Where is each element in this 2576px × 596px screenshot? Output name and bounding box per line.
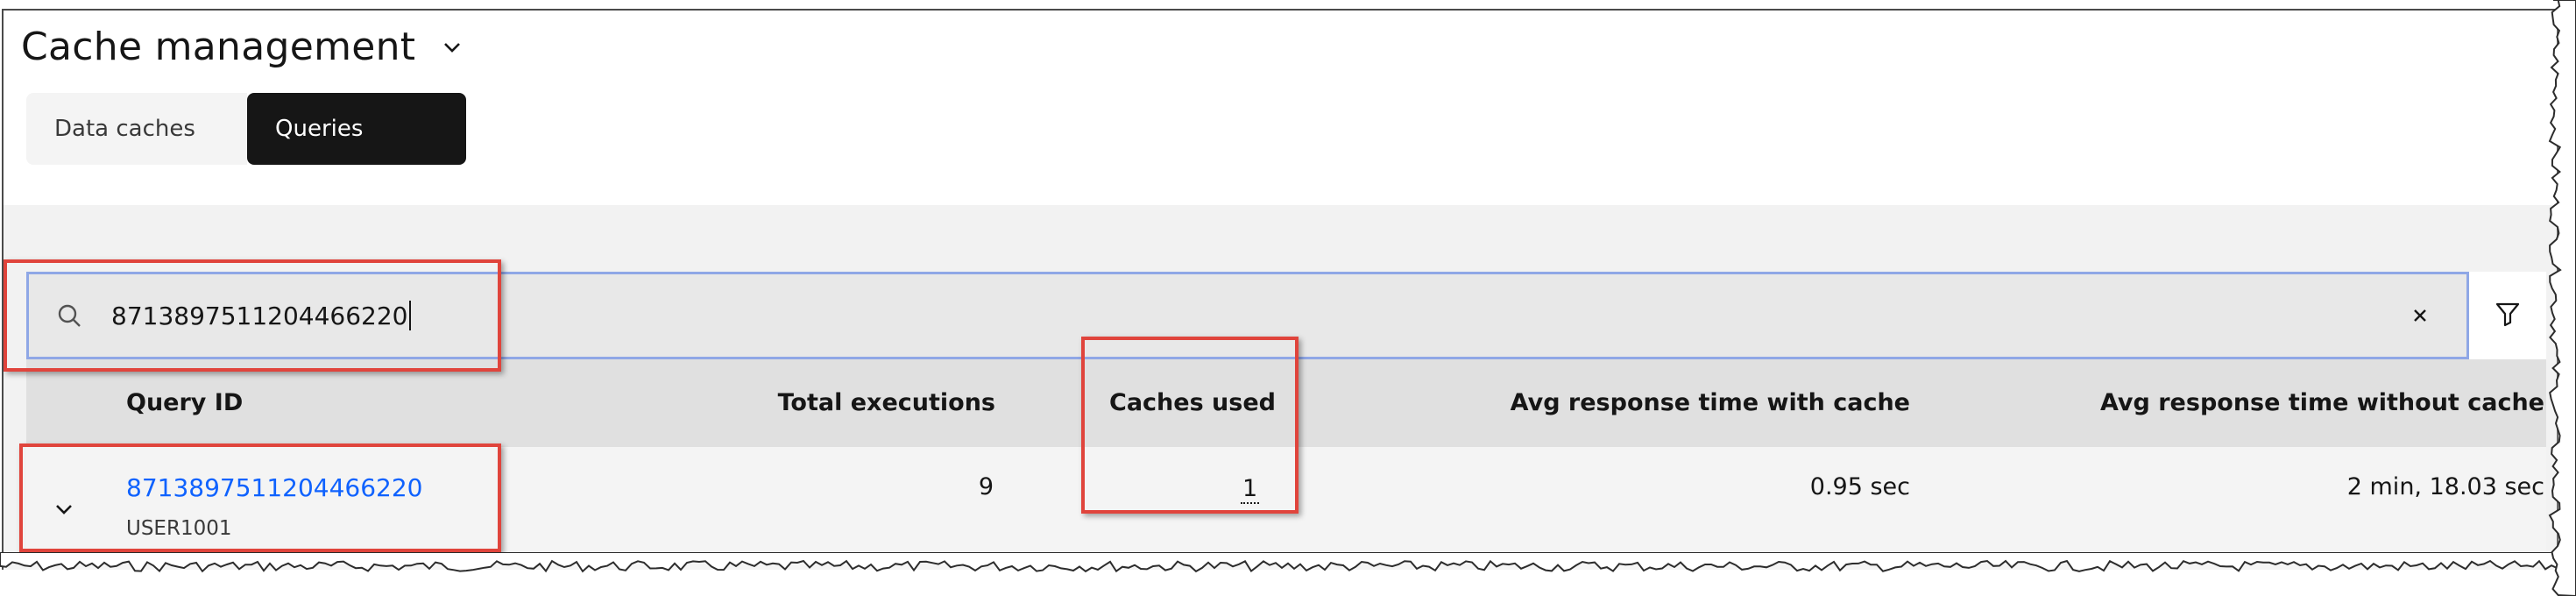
column-header-query-id[interactable]: Query ID bbox=[126, 389, 243, 416]
page-title: Cache management bbox=[21, 25, 416, 69]
expand-chevron-icon[interactable] bbox=[51, 496, 77, 522]
filter-icon bbox=[2495, 301, 2521, 330]
search-box[interactable]: 8713897511204466220 bbox=[26, 272, 2469, 359]
avg-with-cache-cell: 0.95 sec bbox=[1809, 473, 1910, 500]
query-id-link[interactable]: 8713897511204466220 bbox=[126, 473, 422, 502]
search-input[interactable]: 8713897511204466220 bbox=[111, 301, 412, 330]
column-header-avg-without-cache[interactable]: Avg response time without cache bbox=[2100, 389, 2544, 416]
tab-data-caches[interactable]: Data caches bbox=[26, 93, 247, 165]
total-executions-cell: 9 bbox=[978, 473, 994, 500]
screenshot-frame: Cache management Data caches Queries 871… bbox=[2, 9, 2558, 570]
caches-used-value[interactable]: 1 bbox=[1241, 475, 1260, 504]
avg-without-cache-cell: 2 min, 18.03 sec bbox=[2346, 473, 2544, 500]
chevron-down-icon[interactable] bbox=[442, 36, 464, 59]
table-row: 8713897511204466220 USER1001 9 1 0.95 se… bbox=[26, 447, 2546, 570]
table-toolbar: 8713897511204466220 bbox=[26, 272, 2546, 359]
search-input-value: 8713897511204466220 bbox=[111, 301, 408, 330]
search-icon bbox=[55, 302, 83, 330]
column-header-total-executions[interactable]: Total executions bbox=[778, 389, 995, 416]
content-switcher: Data caches Queries bbox=[26, 93, 466, 165]
close-icon[interactable] bbox=[2407, 302, 2433, 329]
query-user: USER1001 bbox=[126, 517, 232, 540]
page-header: Cache management bbox=[21, 25, 464, 69]
text-caret bbox=[409, 301, 412, 330]
tab-queries[interactable]: Queries bbox=[247, 93, 466, 165]
table-header: Query ID Total executions Caches used Av… bbox=[26, 359, 2546, 447]
caches-used-cell[interactable]: 1 bbox=[1241, 475, 1260, 504]
filter-button[interactable] bbox=[2469, 272, 2546, 359]
column-header-caches-used[interactable]: Caches used bbox=[1109, 389, 1276, 416]
queries-table: Query ID Total executions Caches used Av… bbox=[26, 359, 2546, 570]
column-header-avg-with-cache[interactable]: Avg response time with cache bbox=[1511, 389, 1910, 416]
